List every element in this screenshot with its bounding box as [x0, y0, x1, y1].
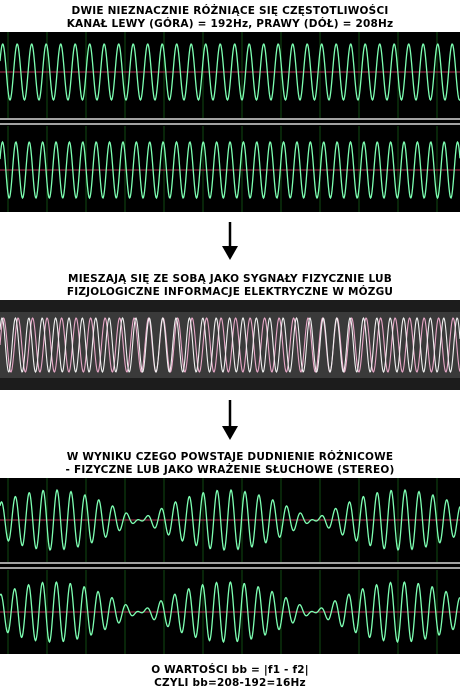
stereo-channels-oscilloscope [0, 32, 460, 212]
formula-line: O WARTOŚCI bb = |f1 - f2| [151, 664, 309, 676]
footer-formula: O WARTOŚCI bb = |f1 - f2| CZYLI bb=208-1… [0, 664, 460, 690]
caption-line: MIESZAJĄ SIĘ ZE SOBĄ JAKO SYGNAŁY FIZYCZ… [68, 273, 392, 285]
caption-line: DWIE NIEZNACZNIE RÓŻNIĄCE SIĘ CZĘSTOTLIW… [71, 5, 389, 17]
caption-mixing: MIESZAJĄ SIĘ ZE SOBĄ JAKO SYGNAŁY FIZYCZ… [0, 273, 460, 299]
formula-line: CZYLI bb=208-192=16Hz [154, 677, 306, 689]
down-arrow-icon [222, 222, 238, 260]
caption-line: W WYNIKU CZEGO POWSTAJE DUDNIENIE RÓŻNIC… [66, 451, 394, 463]
caption-two-frequencies: DWIE NIEZNACZNIE RÓŻNIĄCE SIĘ CZĘSTOTLIW… [0, 5, 460, 31]
caption-line: - FIZYCZNE LUB JAKO WRAŻENIE SŁUCHOWE (S… [65, 464, 395, 476]
caption-line: KANAŁ LEWY (GÓRA) = 192Hz, PRAWY (DÓŁ) =… [66, 18, 394, 30]
beat-oscilloscope [0, 478, 460, 654]
caption-line: FIZJOLOGICZNE INFORMACJE ELEKTRYCZNE W M… [66, 286, 394, 298]
caption-beat: W WYNIKU CZEGO POWSTAJE DUDNIENIE RÓŻNIC… [0, 451, 460, 477]
mixed-signals-oscilloscope [0, 300, 460, 390]
down-arrow-icon [222, 400, 238, 440]
